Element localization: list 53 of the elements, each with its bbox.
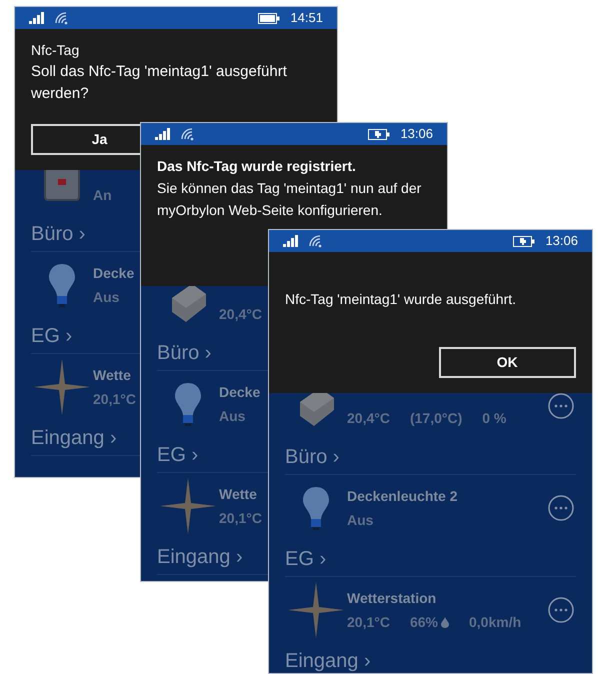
section-header[interactable]: Büro › bbox=[31, 218, 86, 248]
status-time: 13:06 bbox=[400, 125, 433, 144]
device-value: Aus bbox=[219, 406, 246, 426]
device-value: 20,1°C bbox=[93, 390, 136, 408]
device-name: Deckenleuchte 2 bbox=[347, 486, 458, 506]
more-icon[interactable] bbox=[548, 393, 574, 419]
status-time: 13:06 bbox=[545, 232, 578, 250]
more-icon[interactable] bbox=[548, 597, 574, 623]
device-value: 20,4°C bbox=[347, 408, 390, 428]
dialog-message: Sie können das Tag 'meintag1' nun auf der myOrbylon Web-Seite konfigurieren. bbox=[157, 179, 422, 220]
section-header[interactable]: EG › bbox=[285, 544, 326, 574]
more-icon[interactable] bbox=[548, 495, 574, 521]
status-time: 14:51 bbox=[290, 9, 323, 28]
device-value: 0 % bbox=[482, 408, 506, 428]
device-value: 20,1°C bbox=[219, 508, 262, 528]
compass-star-icon bbox=[160, 478, 216, 534]
device-value: 20,1°C bbox=[347, 612, 390, 632]
device-name: Wette bbox=[93, 366, 131, 384]
device-value: An bbox=[93, 186, 112, 204]
compass-star-icon bbox=[34, 359, 90, 415]
section-header[interactable]: Büro › bbox=[285, 442, 340, 472]
dialog-message: Nfc-Tag 'meintag1' wurde ausgeführt. bbox=[285, 290, 518, 309]
drop-icon bbox=[441, 616, 449, 628]
wifi-icon bbox=[309, 234, 323, 248]
light-bulb-icon bbox=[173, 381, 203, 427]
device-value: 66% bbox=[410, 612, 438, 632]
section-header[interactable]: Büro › bbox=[157, 338, 212, 368]
section-header[interactable]: EG › bbox=[31, 320, 72, 350]
device-value: Aus bbox=[93, 288, 120, 306]
device-value: 20,4°C bbox=[219, 304, 262, 324]
section-header[interactable]: Eingang › bbox=[31, 422, 117, 452]
section-header[interactable]: Eingang › bbox=[285, 646, 371, 673]
device-name: Decke bbox=[219, 382, 260, 402]
dialog-message: Soll das Nfc-Tag 'meintag1' ausgeführt werden? bbox=[31, 62, 288, 104]
light-bulb-icon bbox=[47, 262, 77, 308]
compass-star-icon bbox=[288, 582, 344, 638]
device-value: Aus bbox=[347, 510, 374, 530]
dialog-title: Das Nfc-Tag wurde registriert. bbox=[157, 157, 357, 176]
dialog-button[interactable]: OK bbox=[438, 347, 576, 378]
dialog-title: Nfc-Tag bbox=[31, 41, 80, 60]
device-name: Wetterstation bbox=[347, 588, 436, 608]
device-name: Decke bbox=[93, 264, 134, 282]
battery-icon bbox=[258, 12, 280, 24]
device-name: Wette bbox=[219, 484, 257, 504]
light-bulb-icon bbox=[301, 485, 331, 531]
device-value: (17,0°C) bbox=[410, 408, 462, 428]
section-header[interactable]: EG › bbox=[157, 440, 198, 470]
charging-battery-icon bbox=[513, 236, 536, 246]
wifi-icon bbox=[181, 128, 195, 140]
device-value: 0,0km/h bbox=[469, 612, 522, 632]
charging-battery-icon bbox=[368, 128, 390, 140]
section-header[interactable]: Eingang › bbox=[157, 542, 243, 572]
wifi-icon bbox=[55, 12, 69, 24]
